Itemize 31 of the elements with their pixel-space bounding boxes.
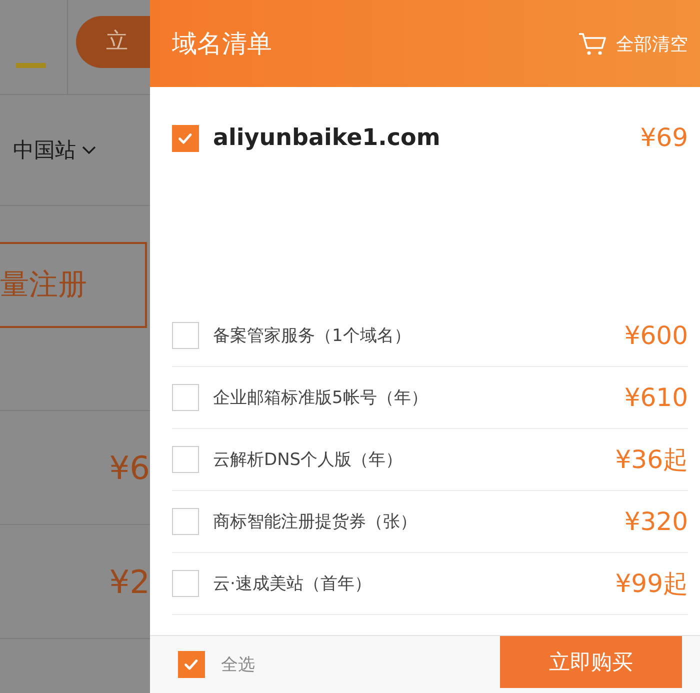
checkbox[interactable] bbox=[172, 508, 199, 535]
chevron-down-icon bbox=[82, 146, 96, 154]
price: ¥2 bbox=[109, 562, 150, 600]
batch-register-button[interactable]: 量注册 bbox=[0, 242, 147, 328]
drawer-title: 域名清单 bbox=[172, 28, 272, 60]
price: ¥6 bbox=[109, 448, 150, 486]
logo-icon bbox=[16, 63, 46, 68]
region-selector[interactable]: 中国站 bbox=[13, 136, 76, 164]
service-name: 备案管家服务（1个域名） bbox=[213, 324, 412, 346]
clear-all-button[interactable]: 全部清空 bbox=[578, 32, 688, 56]
checkbox[interactable] bbox=[178, 651, 205, 678]
service-name: 云解析DNS个人版（年） bbox=[213, 449, 404, 471]
select-all-label: 全选 bbox=[221, 654, 256, 676]
buy-now-button[interactable]: 立即购买 bbox=[500, 636, 682, 688]
checkbox[interactable] bbox=[172, 446, 199, 473]
checkbox[interactable] bbox=[172, 125, 199, 152]
checkbox[interactable] bbox=[172, 384, 199, 411]
service-price: ¥610 bbox=[624, 383, 688, 412]
domain-name: aliyunbaike1.com bbox=[213, 125, 442, 151]
service-price: ¥600 bbox=[624, 320, 688, 350]
cart-icon bbox=[578, 32, 606, 56]
service-price: ¥320 bbox=[624, 507, 688, 536]
domain-price: ¥69 bbox=[640, 125, 688, 151]
service-name: 云·速成美站（首年） bbox=[213, 573, 372, 595]
service-price: ¥99起 bbox=[615, 568, 688, 600]
service-name: 企业邮箱标准版5帐号（年） bbox=[213, 387, 429, 409]
checkbox[interactable] bbox=[172, 570, 199, 597]
service-price: ¥36起 bbox=[615, 444, 688, 476]
buy-button[interactable]: 立 bbox=[76, 16, 150, 68]
checkbox[interactable] bbox=[172, 322, 199, 348]
service-name: 商标智能注册提货券（张） bbox=[213, 511, 418, 533]
